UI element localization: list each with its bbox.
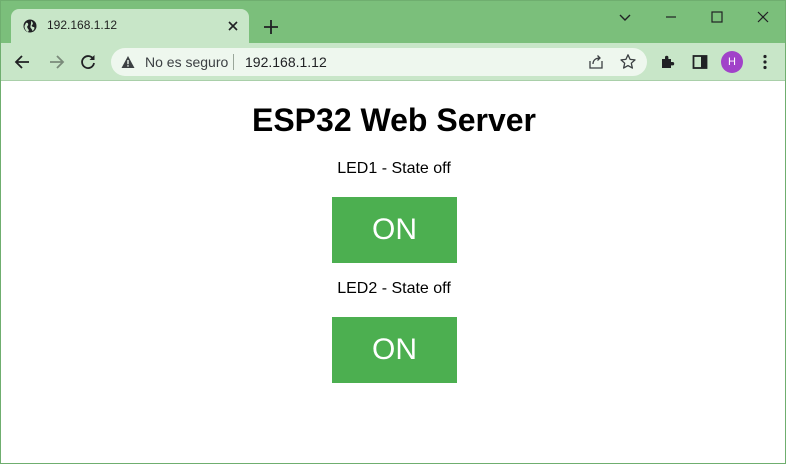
- side-panel-icon[interactable]: [690, 52, 710, 72]
- forward-arrow-icon[interactable]: [46, 52, 66, 72]
- bookmark-star-icon[interactable]: [619, 53, 637, 71]
- share-icon[interactable]: [587, 53, 605, 71]
- led1-state-label: LED1 - State off: [337, 160, 451, 177]
- led1-on-button[interactable]: ON: [332, 197, 457, 263]
- security-label[interactable]: No es seguro: [145, 54, 228, 70]
- browser-toolbar: No es seguro 192.168.1.12 H: [1, 43, 785, 81]
- reload-icon[interactable]: [78, 52, 98, 72]
- extensions-puzzle-icon[interactable]: [658, 52, 678, 72]
- close-window-icon[interactable]: [753, 7, 773, 27]
- divider: [233, 54, 234, 70]
- new-tab-icon[interactable]: [261, 17, 281, 37]
- close-tab-icon[interactable]: [225, 18, 241, 34]
- browser-window: 192.168.1.12 No es seguro 192.168.1.12 H…: [0, 0, 786, 464]
- maximize-icon[interactable]: [707, 7, 727, 27]
- browser-tab[interactable]: 192.168.1.12: [11, 9, 249, 43]
- page-content: ESP32 Web Server LED1 - State off ON LED…: [1, 82, 785, 463]
- address-bar[interactable]: No es seguro 192.168.1.12: [111, 48, 647, 76]
- led2-on-button[interactable]: ON: [332, 317, 457, 383]
- chevron-down-icon[interactable]: [615, 7, 635, 27]
- more-menu-icon[interactable]: [755, 52, 775, 72]
- tab-title: 192.168.1.12: [47, 18, 118, 32]
- tab-strip: 192.168.1.12: [1, 1, 785, 43]
- page-title: ESP32 Web Server: [251, 102, 536, 138]
- led2-state-label: LED2 - State off: [337, 280, 451, 297]
- globe-icon: [23, 19, 37, 33]
- avatar[interactable]: H: [721, 51, 743, 73]
- url-text[interactable]: 192.168.1.12: [245, 54, 327, 70]
- minimize-icon[interactable]: [661, 7, 681, 27]
- back-arrow-icon[interactable]: [13, 52, 33, 72]
- warning-icon[interactable]: [121, 55, 135, 69]
